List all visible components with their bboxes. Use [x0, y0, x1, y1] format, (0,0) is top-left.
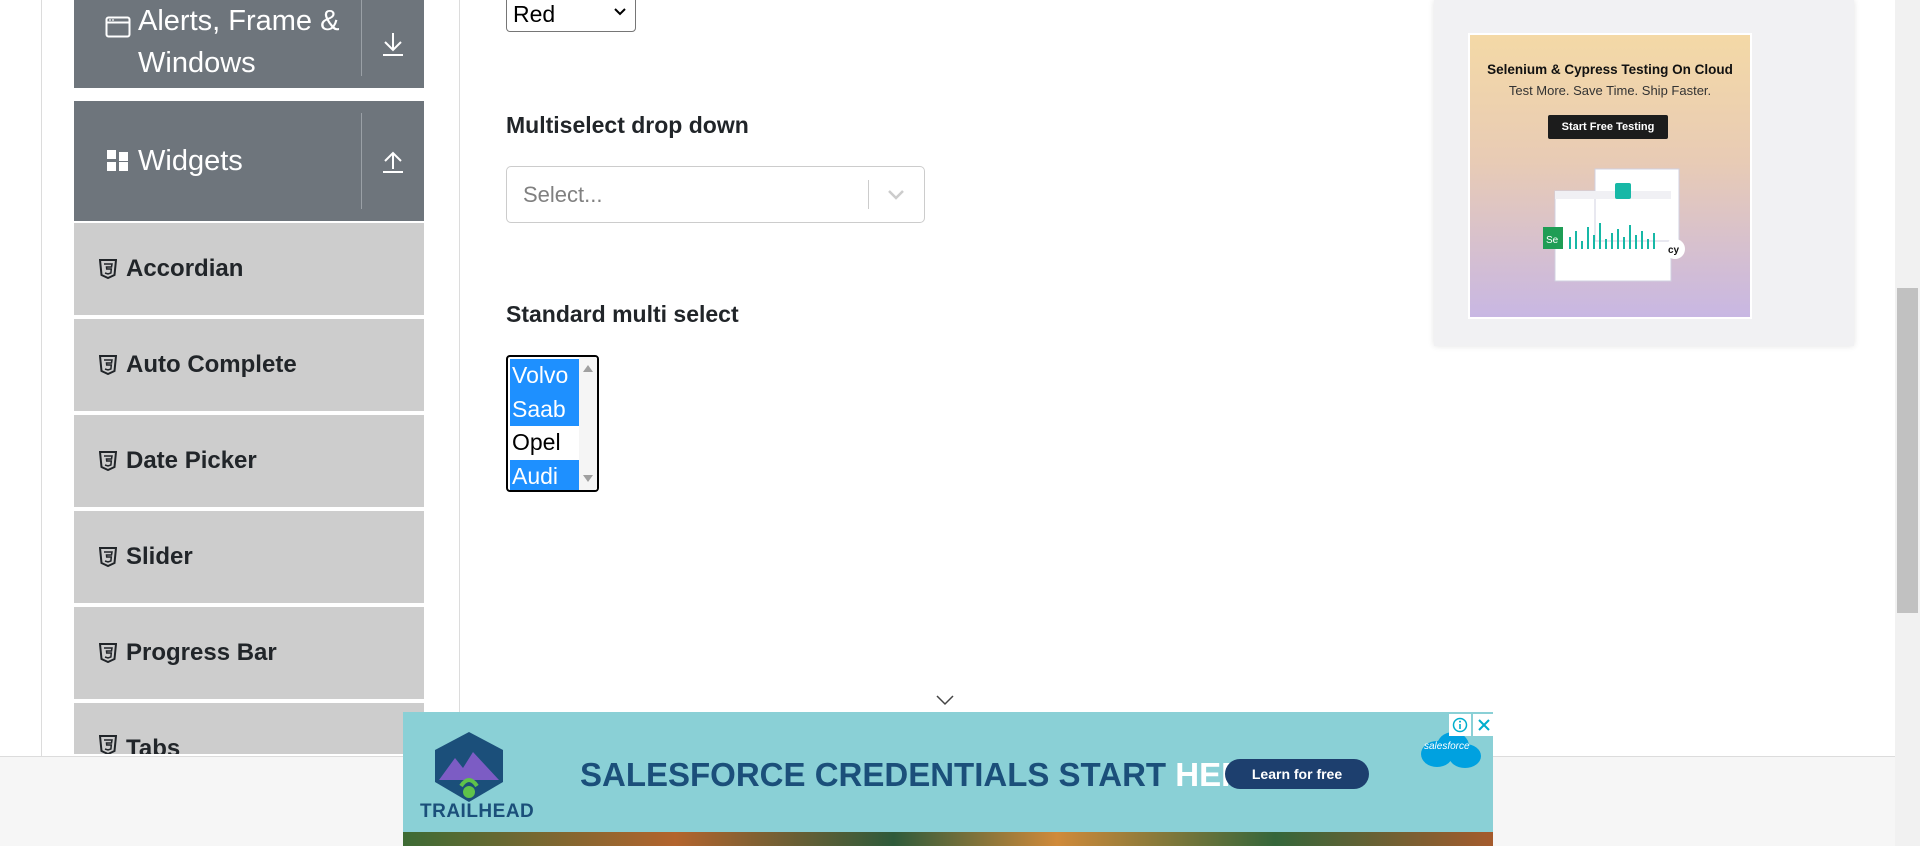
window-icon [98, 16, 138, 38]
collapse-toggle-button[interactable] [362, 101, 424, 221]
html5-icon [96, 259, 120, 279]
multiselect-placeholder: Select... [523, 182, 603, 207]
left-panel-divider [459, 0, 460, 756]
banner-brand: TRAILHEAD [420, 801, 535, 822]
listbox-scrollbar[interactable] [579, 357, 597, 490]
scroll-down-arrow-icon[interactable] [583, 475, 593, 482]
group-header-widgets[interactable]: Widgets [74, 101, 424, 221]
html5-icon [96, 451, 120, 471]
option-volvo[interactable]: Volvo [510, 359, 579, 393]
widgets-icon [98, 149, 138, 173]
multiselect-label: Multiselect drop down [506, 112, 749, 138]
left-panel-border [41, 0, 42, 756]
html5-icon [96, 735, 120, 754]
ad-cta-button[interactable]: Start Free Testing [1548, 115, 1668, 139]
sponsor-label: salesforce [1424, 741, 1470, 752]
svg-text:cy: cy [1668, 245, 1680, 256]
dashboard-illustration: Se cy [1543, 168, 1685, 282]
sidebar-item-label: Progress Bar [126, 639, 277, 666]
sidebar-item-label: Auto Complete [126, 351, 297, 378]
standard-multi-select[interactable]: Volvo Saab Opel Audi [506, 355, 599, 492]
ad-controls [1449, 714, 1493, 736]
chevron-down-icon [614, 8, 626, 16]
multiselect-dropdown[interactable]: Select... [506, 166, 925, 223]
sidebar-item-label: Slider [126, 543, 193, 570]
color-select[interactable]: Red [506, 0, 636, 32]
banner-illustration-strip [403, 832, 1493, 846]
ad-subtitle: Test More. Save Time. Ship Faster. [1508, 83, 1712, 98]
sidebar-item-slider[interactable]: Slider [74, 511, 424, 605]
sidebar-item-progress-bar[interactable]: Progress Bar [74, 607, 424, 701]
option-saab[interactable]: Saab [510, 392, 579, 426]
html5-icon [96, 547, 120, 567]
dropdown-separator [868, 180, 869, 209]
learn-for-free-button[interactable]: Learn for free [1225, 759, 1369, 789]
sidebar-item-date-picker[interactable]: Date Picker [74, 415, 424, 509]
scroll-up-arrow-icon[interactable] [583, 365, 593, 372]
ad-creative[interactable]: Selenium & Cypress Testing On Cloud Test… [1468, 33, 1752, 319]
left-panel: Alerts, Frame & Windows Widgets Accordia… [0, 0, 460, 756]
chevron-down-icon[interactable] [935, 694, 955, 706]
bottom-banner-ad[interactable]: TRAILHEAD SALESFORCE CREDENTIALS START H… [403, 712, 1493, 846]
group-header-alerts-frame-windows[interactable]: Alerts, Frame & Windows [74, 0, 424, 88]
upload-arrow-icon [383, 151, 403, 173]
banner-headline-text: SALESFORCE CREDENTIALS START [580, 756, 1176, 793]
html5-icon [96, 355, 120, 375]
option-opel[interactable]: Opel [510, 426, 579, 460]
sidebar-item-label: Date Picker [126, 447, 257, 474]
sidebar-item-accordian[interactable]: Accordian [74, 223, 424, 317]
color-select-value: Red [513, 0, 556, 27]
chevron-down-icon[interactable] [885, 185, 907, 205]
page-scrollbar-thumb[interactable] [1897, 288, 1918, 613]
ad-title: Selenium & Cypress Testing On Cloud [1487, 62, 1733, 77]
banner-headline: SALESFORCE CREDENTIALS START HERE. [580, 756, 1276, 794]
info-icon[interactable] [1449, 714, 1471, 736]
expand-toggle-button[interactable] [362, 0, 424, 88]
sidebar-item-tabs[interactable]: Tabs [74, 703, 424, 756]
standard-multi-select-label: Standard multi select [506, 301, 739, 327]
html5-icon [96, 643, 120, 663]
side-advertisement[interactable]: Selenium & Cypress Testing On Cloud Test… [1434, 0, 1854, 346]
sidebar-item-label: Tabs [126, 735, 181, 756]
close-icon[interactable] [1473, 714, 1493, 736]
option-audi[interactable]: Audi [510, 459, 579, 490]
svg-text:Se: Se [1546, 235, 1559, 246]
download-arrow-icon [383, 33, 403, 56]
sidebar-item-label: Accordian [126, 255, 244, 282]
sidebar-item-auto-complete[interactable]: Auto Complete [74, 319, 424, 413]
